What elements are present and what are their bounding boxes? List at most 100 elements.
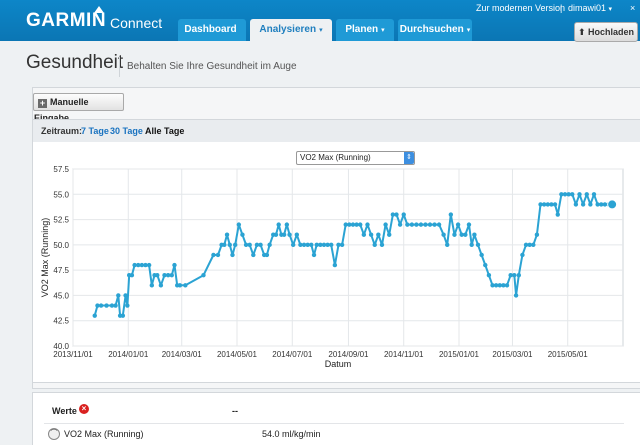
metric-select[interactable]: VO2 Max (Running) ⇕: [296, 151, 415, 165]
data-point: [230, 252, 235, 258]
data-point: [123, 293, 128, 298]
y-tick-label: 55.0: [53, 190, 69, 199]
data-point: [92, 313, 97, 318]
data-point: [387, 232, 392, 237]
x-axis-label: Datum: [325, 359, 352, 369]
upload-button[interactable]: ⬆ Hochladen: [574, 22, 638, 42]
data-point: [455, 222, 461, 227]
data-point: [591, 192, 597, 197]
data-point: [247, 242, 252, 248]
data-point: [120, 313, 126, 318]
modern-version-link[interactable]: Zur modernen Version: [476, 3, 565, 13]
data-point: [379, 242, 385, 248]
data-point: [368, 232, 374, 237]
tab-analysieren[interactable]: Analysieren ▾: [250, 19, 332, 41]
data-point: [432, 222, 437, 227]
data-point: [427, 222, 433, 227]
data-point: [146, 262, 152, 268]
data-point: [258, 242, 263, 248]
header-separator: |: [560, 3, 563, 13]
close-icon[interactable]: ×: [630, 3, 635, 13]
user-menu[interactable]: dimawi01 ▾: [568, 3, 612, 13]
data-point: [264, 252, 270, 258]
error-icon: ×: [79, 404, 89, 414]
data-point: [534, 232, 540, 237]
data-point: [104, 303, 109, 308]
data-point: [125, 303, 130, 308]
chevron-down-icon: ▾: [381, 27, 385, 34]
data-point: [531, 242, 536, 248]
data-point: [423, 222, 428, 227]
data-point: [183, 283, 188, 288]
data-point: [401, 212, 406, 217]
tab-dashboard[interactable]: Dashboard: [178, 19, 246, 41]
range-30-days[interactable]: 30 Tage: [110, 120, 143, 142]
plus-icon: +: [38, 98, 47, 108]
data-point: [339, 242, 345, 248]
data-point: [276, 222, 281, 227]
data-point: [463, 232, 468, 237]
x-tick-label: 2015/05/01: [548, 350, 589, 359]
data-point: [479, 252, 484, 258]
data-point: [232, 242, 238, 248]
x-tick-label: 2014/09/01: [328, 350, 369, 359]
data-point: [436, 222, 442, 227]
data-point: [365, 222, 370, 227]
data-point: [513, 293, 519, 298]
x-tick-label: 2013/11/01: [53, 350, 93, 359]
data-point: [372, 242, 377, 248]
data-point: [222, 242, 227, 248]
y-tick-label: 45.0: [53, 291, 69, 300]
data-point: [466, 222, 472, 227]
data-point: [405, 222, 410, 227]
data-point: [584, 192, 589, 197]
data-point: [483, 262, 488, 268]
data-point: [284, 222, 290, 227]
data-point: [577, 192, 582, 197]
data-point: [472, 232, 477, 237]
data-point: [281, 232, 287, 237]
data-point: [409, 222, 415, 227]
data-point: [552, 202, 558, 207]
data-point: [169, 273, 174, 278]
tab-durchsuchen[interactable]: Durchsuchen ▾: [398, 19, 472, 41]
data-point: [224, 232, 230, 237]
manual-entry-button[interactable]: + Manuelle Eingabe: [33, 93, 124, 123]
data-point: [441, 232, 446, 237]
data-point: [588, 202, 593, 207]
chevron-down-icon: ▾: [466, 27, 471, 34]
data-point: [486, 273, 492, 278]
x-tick-label: 2014/11/01: [384, 350, 424, 359]
data-point: [414, 222, 419, 227]
connect-logo-text: Connect: [110, 15, 163, 31]
chevron-down-icon: ▾: [319, 27, 323, 34]
data-point: [361, 232, 367, 237]
tab-planen[interactable]: Planen ▾: [336, 19, 394, 41]
range-all-days[interactable]: Alle Tage: [145, 120, 184, 142]
y-tick-label: 52.5: [53, 216, 69, 225]
data-point: [448, 212, 454, 217]
data-point: [607, 199, 618, 210]
time-range-label: Zeitraum:: [41, 126, 83, 136]
data-point: [358, 222, 363, 227]
x-tick-label: 2014/01/01: [108, 350, 149, 359]
values-header-value: --: [232, 406, 238, 416]
data-point: [172, 262, 177, 268]
data-point: [240, 232, 245, 237]
title-divider: [119, 57, 120, 77]
data-point: [273, 232, 279, 237]
data-point: [555, 212, 560, 217]
y-axis-label: VO2 Max (Running): [40, 218, 50, 298]
data-point: [294, 232, 300, 237]
data-point: [309, 242, 314, 248]
x-tick-label: 2015/03/01: [492, 350, 533, 359]
garmin-logo[interactable]: GARMIN: [26, 10, 106, 32]
data-point: [329, 242, 334, 248]
vo2max-line-chart: 40.042.545.047.550.052.555.057.52013/11/…: [40, 165, 624, 369]
y-tick-label: 50.0: [53, 241, 69, 250]
range-7-days[interactable]: 7 Tage: [81, 120, 109, 142]
chevron-down-icon: ▾: [608, 6, 613, 13]
data-point: [290, 242, 296, 248]
y-tick-label: 42.5: [53, 317, 69, 326]
data-point: [512, 273, 517, 278]
